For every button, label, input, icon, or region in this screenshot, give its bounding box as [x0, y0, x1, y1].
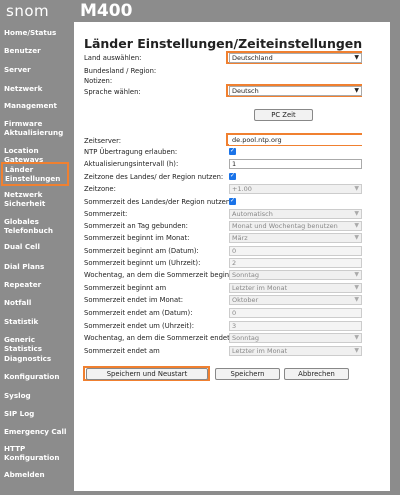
dst-label: Sommerzeit:	[84, 210, 128, 218]
save-button[interactable]: Speichern	[215, 368, 280, 380]
dst-end-month-select-value: Oktober	[232, 296, 259, 304]
chevron-down-icon: ▼	[354, 54, 359, 61]
ntp-checkbox[interactable]: ✓	[229, 148, 236, 155]
cancel-button[interactable]: Abbrechen	[284, 368, 349, 380]
dst-start-time-label: Sommerzeit beginnt um (Uhrzeit):	[84, 259, 201, 267]
notes-label: Notizen:	[84, 77, 113, 85]
sidebar-item-sip-log[interactable]: SIP Log	[4, 409, 70, 418]
dst-start-date-input[interactable]: 0	[229, 246, 362, 256]
chevron-down-icon: ▼	[354, 210, 359, 217]
country-select-value: Deutschland	[232, 54, 273, 62]
dst-end-month-label: Sommerzeit endet im Monat:	[84, 296, 184, 304]
dst-start-time-input[interactable]: 2	[229, 258, 362, 268]
page-title: Länder Einstellungen/Zeiteinstellungen	[84, 36, 363, 51]
dst-start-date-label: Sommerzeit beginnt am (Datum):	[84, 247, 199, 255]
region-label: Bundesland / Region:	[84, 67, 157, 75]
language-select[interactable]: Deutsch ▼	[229, 86, 362, 96]
pc-time-button[interactable]: PC Zeit	[254, 109, 313, 121]
dst-day-select-value: Monat und Wochentag benutzen	[232, 222, 338, 230]
dst-start-month-select-value: März	[232, 234, 248, 242]
timezone-label: Zeitzone:	[84, 185, 116, 193]
chevron-down-icon: ▼	[354, 222, 359, 229]
dst-day-label: Sommerzeit an Tag gebunden:	[84, 222, 188, 230]
sidebar-item-repeater[interactable]: Repeater	[4, 280, 70, 289]
sidebar-item-laender-einstellungen[interactable]: Länder Einstellungen	[1, 162, 69, 186]
chevron-down-icon: ▼	[354, 185, 359, 192]
dst-select[interactable]: Automatisch ▼	[229, 209, 362, 219]
timeserver-label: Zeitserver:	[84, 137, 122, 145]
sidebar: Home/Status Benutzer Server Netzwerk Man…	[0, 22, 74, 495]
sidebar-item-konfiguration[interactable]: Konfiguration	[4, 372, 70, 381]
dst-select-value: Automatisch	[232, 210, 273, 218]
dst-start-weekday-label: Wochentag, an dem die Sommerzeit beginnt…	[84, 271, 239, 279]
dst-start-month-label: Sommerzeit beginnt im Monat:	[84, 234, 190, 242]
language-select-value: Deutsch	[232, 87, 259, 95]
dst-end-date-input[interactable]: 0	[229, 308, 362, 318]
save-restart-button[interactable]: Speichern und Neustart	[86, 368, 208, 380]
dst-end-on-select[interactable]: Letzter im Monat ▼	[229, 346, 362, 356]
chevron-down-icon: ▼	[354, 296, 359, 303]
chevron-down-icon: ▼	[354, 234, 359, 241]
dst-end-month-select[interactable]: Oktober ▼	[229, 295, 362, 305]
sidebar-item-generic-statistics[interactable]: Generic Statistics	[4, 335, 70, 353]
sidebar-item-dual-cell[interactable]: Dual Cell	[4, 242, 70, 251]
sidebar-item-home-status[interactable]: Home/Status	[4, 28, 70, 37]
sidebar-item-netzwerk-sicherheit[interactable]: Netzwerk Sicherheit	[4, 190, 70, 208]
ntp-label: NTP Übertragung erlauben:	[84, 148, 178, 156]
sidebar-item-notfall[interactable]: Notfall	[4, 298, 70, 307]
interval-input[interactable]: 1	[229, 159, 362, 169]
brand-logo: snom	[6, 2, 50, 20]
dst-end-on-label: Sommerzeit endet am	[84, 347, 160, 355]
dst-start-weekday-select-value: Sonntag	[232, 271, 259, 279]
use-region-timezone-label: Zeitzone des Landes/ der Region nutzen:	[84, 173, 224, 181]
dst-end-time-label: Sommerzeit endet um (Uhrzeit):	[84, 322, 195, 330]
country-label: Land auswählen:	[84, 54, 142, 62]
dst-end-weekday-select-value: Sonntag	[232, 334, 259, 342]
chevron-down-icon: ▼	[354, 347, 359, 354]
dst-end-date-label: Sommerzeit endet am (Datum):	[84, 309, 193, 317]
chevron-down-icon: ▼	[354, 87, 359, 94]
sidebar-item-diagnostics[interactable]: Diagnostics	[4, 354, 70, 363]
sidebar-item-http-konfiguration[interactable]: HTTP Konfiguration	[4, 444, 70, 462]
sidebar-item-abmelden[interactable]: Abmelden	[4, 470, 70, 479]
use-region-timezone-checkbox[interactable]: ✓	[229, 173, 236, 180]
dst-end-weekday-label: Wochentag, an dem die Sommerzeit endet:	[84, 334, 233, 342]
language-label: Sprache wählen:	[84, 88, 141, 96]
dst-day-select[interactable]: Monat und Wochentag benutzen ▼	[229, 221, 362, 231]
main-content: Länder Einstellungen/Zeiteinstellungen L…	[74, 22, 390, 491]
chevron-down-icon: ▼	[354, 284, 359, 291]
sidebar-item-syslog[interactable]: Syslog	[4, 391, 70, 400]
sidebar-item-dial-plans[interactable]: Dial Plans	[4, 262, 70, 271]
dst-start-on-select-value: Letzter im Monat	[232, 284, 288, 292]
sidebar-item-emergency-call[interactable]: Emergency Call	[4, 427, 70, 436]
dst-start-on-label: Sommerzeit beginnt am	[84, 284, 167, 292]
sidebar-item-benutzer[interactable]: Benutzer	[4, 46, 70, 55]
timezone-select-value: +1.00	[232, 185, 252, 193]
timezone-select[interactable]: +1.00 ▼	[229, 184, 362, 194]
country-select[interactable]: Deutschland ▼	[229, 53, 362, 63]
chevron-down-icon: ▼	[354, 334, 359, 341]
sidebar-item-globales-telefonbuch[interactable]: Globales Telefonbuch	[4, 217, 70, 235]
model-title: M400	[80, 1, 133, 21]
sidebar-item-firmware[interactable]: Firmware Aktualisierung	[4, 119, 70, 137]
top-bar: snom M400	[0, 0, 400, 22]
sidebar-item-statistik[interactable]: Statistik	[4, 317, 70, 326]
use-region-dst-checkbox[interactable]: ✓	[229, 198, 236, 205]
dst-start-weekday-select[interactable]: Sonntag ▼	[229, 270, 362, 280]
dst-start-month-select[interactable]: März ▼	[229, 233, 362, 243]
interval-label: Aktualisierungsintervall (h):	[84, 160, 179, 168]
sidebar-item-management[interactable]: Management	[4, 101, 70, 110]
dst-end-on-select-value: Letzter im Monat	[232, 347, 288, 355]
dst-end-time-input[interactable]: 3	[229, 321, 362, 331]
chevron-down-icon: ▼	[354, 271, 359, 278]
dst-end-weekday-select[interactable]: Sonntag ▼	[229, 333, 362, 343]
dst-start-on-select[interactable]: Letzter im Monat ▼	[229, 283, 362, 293]
sidebar-item-server[interactable]: Server	[4, 65, 70, 74]
timeserver-input[interactable]: de.pool.ntp.org	[229, 135, 362, 145]
use-region-dst-label: Sommerzeit des Landes/der Region nutzen:	[84, 198, 233, 206]
sidebar-item-netzwerk[interactable]: Netzwerk	[4, 84, 70, 93]
